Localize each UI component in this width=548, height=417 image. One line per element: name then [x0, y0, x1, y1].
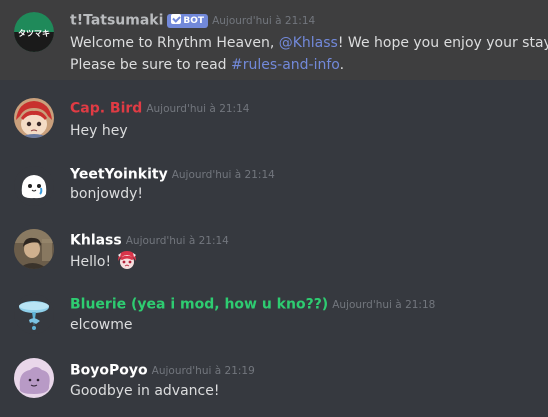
bot-badge-label: BOT — [183, 15, 205, 26]
message-bluerie: Bluerie (yea i mod, how u kno??) Aujourd'… — [0, 278, 548, 344]
avatar-tatsumaki[interactable]: タツマキ — [14, 12, 54, 52]
chat-messages: タツマキ t!Tatsumaki BOT Aujourd'hui à 21:14 W… — [0, 0, 548, 417]
bot-badge: BOT — [167, 13, 209, 28]
avatar-yeetyoinkity[interactable] — [14, 166, 54, 206]
avatar-tatsumaki-text: タツマキ — [18, 28, 50, 38]
message-content-line2: Please be sure to read #rules-and-info. — [70, 54, 344, 76]
message-text: Goodbye in advance! — [70, 383, 220, 399]
timestamp: Aujourd'hui à 21:18 — [332, 298, 436, 311]
message-text: Welcome to Rhythm Heaven, — [70, 35, 279, 51]
message-yeetyoinkity: YeetYoinkity Aujourd'hui à 21:14 bonjowdy… — [0, 146, 548, 212]
timestamp: Aujourd'hui à 21:14 — [171, 168, 275, 181]
message-text: Hey hey — [70, 123, 128, 139]
message-text: ! We hope you enjoy your stay. — [337, 35, 548, 51]
message-text: Please be sure to read — [70, 57, 231, 73]
author-name[interactable]: Cap. Bird — [70, 101, 142, 117]
author-name[interactable]: YeetYoinkity — [70, 167, 168, 183]
message-cap-bird: Cap. Bird Aujourd'hui à 21:14 Hey hey — [0, 80, 548, 146]
author-name[interactable]: Khlass — [70, 233, 122, 249]
avatar-cap-bird[interactable] — [14, 98, 54, 138]
timestamp: Aujourd'hui à 21:14 — [125, 234, 229, 247]
author-name[interactable]: BoyoPoyo — [70, 363, 148, 379]
author-name[interactable]: Bluerie (yea i mod, how u kno??) — [70, 297, 328, 313]
verified-check-icon — [171, 13, 182, 24]
message-text: . — [339, 57, 345, 73]
message-khlass: Khlass Aujourd'hui à 21:14 Hello! — [0, 212, 548, 278]
author-name[interactable]: t!Tatsumaki — [70, 13, 163, 29]
message-content: Hello! — [70, 249, 138, 273]
message-content: Welcome to Rhythm Heaven, @Khlass! We ho… — [70, 32, 548, 54]
message-boyopoyo: BoyoPoyo Aujourd'hui à 21:19 Goodbye in a… — [0, 344, 548, 417]
avatar-bluerie[interactable] — [14, 294, 54, 334]
user-mention[interactable]: @Khlass — [279, 35, 338, 51]
channel-link[interactable]: #rules-and-info — [231, 57, 340, 73]
message-text: Hello! — [70, 254, 112, 270]
timestamp: Aujourd'hui à 21:19 — [151, 364, 255, 377]
message-text: bonjowdy! — [70, 186, 144, 202]
message-tatsumaki: タツマキ t!Tatsumaki BOT Aujourd'hui à 21:14 W… — [0, 0, 548, 80]
message-text: elcowme — [70, 317, 133, 333]
anime-girl-emoji-icon[interactable] — [115, 249, 138, 271]
avatar-khlass[interactable] — [14, 229, 54, 269]
avatar-boyopoyo[interactable] — [14, 358, 54, 398]
timestamp: Aujourd'hui à 21:14 — [146, 102, 250, 115]
timestamp: Aujourd'hui à 21:14 — [212, 14, 316, 27]
